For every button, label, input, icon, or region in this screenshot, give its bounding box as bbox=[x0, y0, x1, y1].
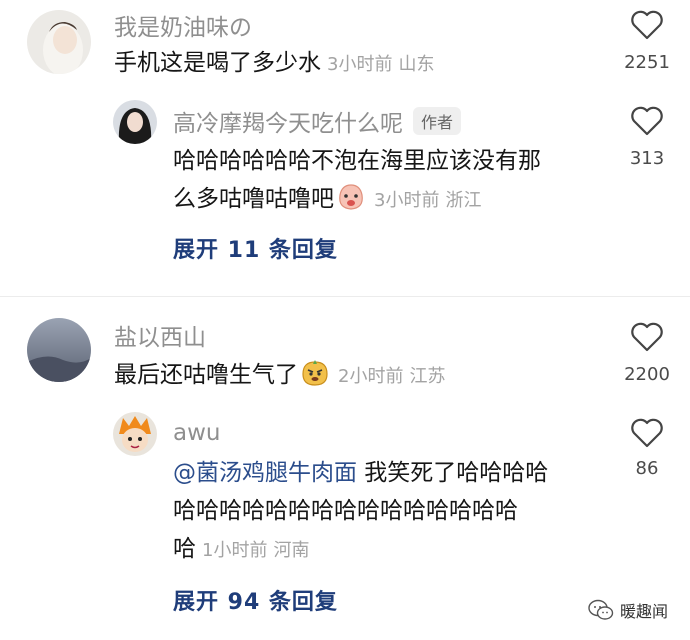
expand-replies-button[interactable]: 展开 94 条回复 bbox=[173, 584, 338, 616]
comment-location: 江苏 bbox=[409, 366, 446, 387]
reply-time: 3小时前 bbox=[374, 190, 440, 211]
divider bbox=[0, 296, 690, 297]
reply-text-line: 哈哈哈哈哈哈哈哈哈哈哈哈哈哈哈 bbox=[173, 498, 518, 524]
comment-body: 手机这是喝了多少水 bbox=[114, 50, 321, 76]
reply-time: 1小时前 bbox=[202, 540, 268, 561]
avatar[interactable] bbox=[113, 100, 157, 144]
reply-text-line: @菌汤鸡腿牛肉面 我笑死了哈哈哈哈 bbox=[173, 454, 603, 492]
watermark-label: 暖趣闻 bbox=[620, 602, 669, 621]
heart-icon bbox=[631, 106, 663, 136]
like-button[interactable] bbox=[630, 322, 664, 356]
comment-text: 手机这是喝了多少水 3小时前 山东 bbox=[114, 44, 434, 84]
reply-text: @菌汤鸡腿牛肉面 我笑死了哈哈哈哈 哈哈哈哈哈哈哈哈哈哈哈哈哈哈哈 哈 1小时前河… bbox=[173, 454, 603, 570]
avatar[interactable] bbox=[113, 412, 157, 456]
like-count: 2200 bbox=[624, 364, 670, 385]
reply-location: 浙江 bbox=[445, 190, 482, 211]
comment-username[interactable]: 我是奶油味の bbox=[114, 8, 252, 42]
like-count: 2251 bbox=[624, 52, 670, 73]
reply-text-line1: 我笑死了哈哈哈哈 bbox=[357, 460, 549, 486]
wechat-icon bbox=[588, 599, 614, 620]
peach-face-emoji bbox=[336, 182, 366, 224]
reply-text-line2: 么多咕噜咕噜吧 bbox=[173, 186, 334, 212]
reply-text-line: 哈 1小时前 河南 bbox=[173, 530, 603, 570]
reply-location: 河南 bbox=[273, 540, 310, 561]
like-button[interactable] bbox=[630, 418, 664, 452]
comment-username[interactable]: 盐以西山 bbox=[114, 318, 206, 352]
comment-time: 2小时前 bbox=[338, 366, 404, 387]
mention-link[interactable]: @菌汤鸡腿牛肉面 bbox=[173, 460, 357, 486]
like-button[interactable] bbox=[630, 106, 664, 140]
reply-username[interactable]: awu bbox=[173, 420, 220, 446]
angry-face-emoji bbox=[300, 358, 330, 400]
like-count: 86 bbox=[635, 458, 659, 479]
watermark: 暖趣闻 bbox=[588, 598, 668, 622]
comment-time: 3小时前 bbox=[327, 54, 393, 75]
comment-location: 山东 bbox=[398, 54, 435, 75]
like-button[interactable] bbox=[630, 10, 664, 44]
reply-username[interactable]: 高冷摩羯今天吃什么呢 作者 bbox=[173, 104, 462, 138]
heart-icon bbox=[631, 10, 663, 40]
reply-username-text: 高冷摩羯今天吃什么呢 bbox=[173, 111, 403, 137]
like-count: 313 bbox=[629, 148, 665, 169]
avatar[interactable] bbox=[27, 318, 91, 382]
comment-body: 最后还咕噜生气了 bbox=[114, 362, 298, 388]
author-badge: 作者 bbox=[413, 107, 462, 135]
avatar[interactable] bbox=[27, 10, 91, 74]
heart-icon bbox=[631, 418, 663, 448]
reply-text-line3: 哈 bbox=[173, 536, 196, 562]
reply-text-line: 哈哈哈哈哈哈不泡在海里应该没有那 bbox=[173, 148, 541, 174]
heart-icon bbox=[631, 322, 663, 352]
reply-text: 哈哈哈哈哈哈不泡在海里应该没有那 么多咕噜咕噜吧 3小时前 浙江 bbox=[173, 142, 593, 224]
comment-text: 最后还咕噜生气了 2小时前 江苏 bbox=[114, 356, 445, 400]
reply-text-line: 么多咕噜咕噜吧 3小时前 浙江 bbox=[173, 180, 593, 224]
expand-replies-button[interactable]: 展开 11 条回复 bbox=[173, 232, 338, 264]
